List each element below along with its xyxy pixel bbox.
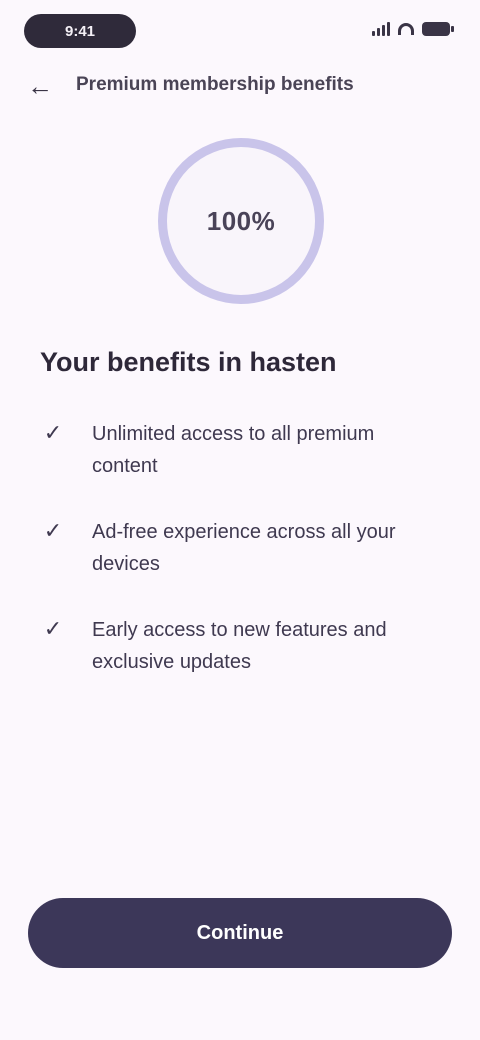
badge-label: 100% xyxy=(206,205,276,236)
check-icon: ✓ xyxy=(43,518,63,543)
app-screen: 9:41 ← Premium membership benefits 100% … xyxy=(0,0,480,1040)
list-item: ✓ Early access to new features and exclu… xyxy=(40,614,440,678)
list-item: ✓ Ad-free experience across all your dev… xyxy=(40,516,440,580)
header: ← Premium membership benefits xyxy=(0,68,480,104)
benefits-list: ✓ Unlimited access to all premium conten… xyxy=(40,418,440,712)
arrow-left-icon: ← xyxy=(27,71,53,101)
benefit-text: Early access to new features and exclusi… xyxy=(92,619,387,673)
signal-icon xyxy=(372,22,390,36)
list-item: ✓ Unlimited access to all premium conten… xyxy=(40,418,440,482)
page-title: Premium membership benefits xyxy=(76,74,354,95)
status-bar: 9:41 xyxy=(0,0,480,62)
check-icon: ✓ xyxy=(43,616,63,641)
section-title: Your benefits in hasten xyxy=(40,347,337,377)
progress-badge: 100% xyxy=(158,138,324,304)
battery-icon xyxy=(422,22,454,36)
continue-button[interactable]: Continue xyxy=(28,898,452,968)
status-time: 9:41 xyxy=(24,14,136,48)
check-icon: ✓ xyxy=(43,420,63,445)
benefit-text: Ad-free experience across all your devic… xyxy=(92,521,396,575)
back-button[interactable]: ← xyxy=(24,70,56,102)
wifi-icon xyxy=(398,23,414,35)
status-icons xyxy=(372,22,454,36)
benefit-text: Unlimited access to all premium content xyxy=(92,423,375,477)
